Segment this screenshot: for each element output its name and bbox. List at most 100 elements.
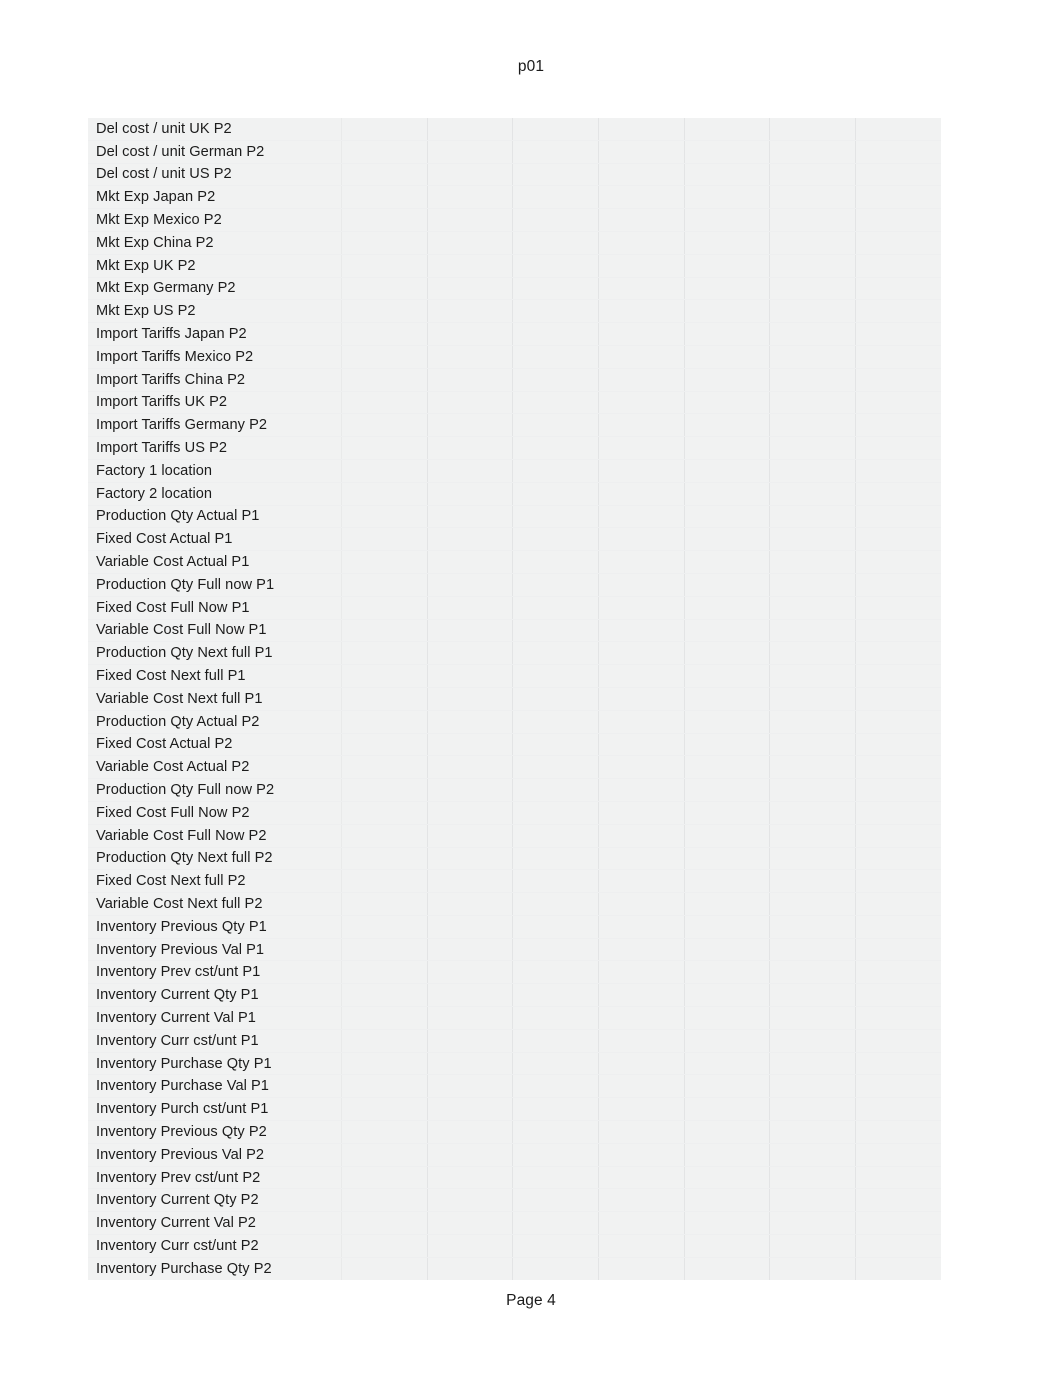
data-cell[interactable] [512, 596, 600, 620]
data-cell[interactable] [684, 527, 771, 552]
data-cell[interactable] [512, 1211, 600, 1236]
row-label-cell[interactable]: Inventory Purch cst/unt P1 [88, 1097, 342, 1122]
data-cell[interactable] [855, 801, 941, 825]
data-cell[interactable] [769, 436, 857, 460]
data-cell[interactable] [598, 1143, 685, 1167]
row-label-cell[interactable]: Inventory Previous Val P1 [88, 938, 342, 962]
data-cell[interactable] [341, 664, 428, 688]
data-cell[interactable] [684, 892, 771, 916]
row-label-cell[interactable]: Inventory Curr cst/unt P1 [88, 1029, 342, 1053]
row-label-cell[interactable]: Variable Cost Actual P1 [88, 550, 342, 574]
data-cell[interactable] [427, 1234, 514, 1258]
data-cell[interactable] [427, 550, 514, 574]
data-cell[interactable] [512, 482, 600, 506]
data-cell[interactable] [427, 641, 514, 666]
data-cell[interactable] [684, 163, 771, 187]
row-label-cell[interactable]: Inventory Purchase Qty P2 [88, 1257, 342, 1280]
data-cell[interactable] [598, 322, 685, 346]
data-cell[interactable] [341, 1257, 428, 1280]
data-cell[interactable] [684, 869, 771, 894]
data-cell[interactable] [769, 345, 857, 369]
data-cell[interactable] [769, 824, 857, 848]
data-cell[interactable] [598, 1029, 685, 1053]
row-label-cell[interactable]: Del cost / unit German P2 [88, 140, 342, 164]
row-label-cell[interactable]: Mkt Exp Mexico P2 [88, 208, 342, 232]
data-cell[interactable] [512, 436, 600, 460]
data-cell[interactable] [427, 687, 514, 711]
row-label-cell[interactable]: Del cost / unit US P2 [88, 163, 342, 187]
row-label-cell[interactable]: Fixed Cost Next full P2 [88, 869, 342, 894]
row-label-cell[interactable]: Inventory Previous Qty P2 [88, 1120, 342, 1144]
data-cell[interactable] [769, 1120, 857, 1144]
data-cell[interactable] [855, 277, 941, 301]
data-cell[interactable] [512, 778, 600, 802]
data-cell[interactable] [427, 505, 514, 529]
data-cell[interactable] [512, 1097, 600, 1122]
data-cell[interactable] [427, 482, 514, 506]
data-cell[interactable] [855, 1029, 941, 1053]
data-cell[interactable] [598, 413, 685, 438]
data-cell[interactable] [512, 550, 600, 574]
data-cell[interactable] [427, 596, 514, 620]
data-cell[interactable] [855, 983, 941, 1008]
data-cell[interactable] [598, 619, 685, 643]
data-cell[interactable] [855, 436, 941, 460]
data-cell[interactable] [684, 664, 771, 688]
data-cell[interactable] [427, 710, 514, 734]
data-cell[interactable] [598, 277, 685, 301]
data-cell[interactable] [855, 687, 941, 711]
row-label-cell[interactable]: Inventory Prev cst/unt P2 [88, 1166, 342, 1190]
data-cell[interactable] [855, 1234, 941, 1258]
data-cell[interactable] [855, 824, 941, 848]
data-cell[interactable] [684, 915, 771, 939]
data-cell[interactable] [598, 938, 685, 962]
data-cell[interactable] [769, 391, 857, 415]
data-cell[interactable] [769, 915, 857, 939]
row-label-cell[interactable]: Fixed Cost Next full P1 [88, 664, 342, 688]
row-label-cell[interactable]: Inventory Curr cst/unt P2 [88, 1234, 342, 1258]
data-cell[interactable] [427, 185, 514, 210]
data-cell[interactable] [684, 1029, 771, 1053]
data-cell[interactable] [512, 733, 600, 757]
data-cell[interactable] [341, 322, 428, 346]
row-label-cell[interactable]: Factory 2 location [88, 482, 342, 506]
data-cell[interactable] [427, 391, 514, 415]
data-cell[interactable] [598, 231, 685, 255]
data-cell[interactable] [598, 1097, 685, 1122]
data-cell[interactable] [684, 436, 771, 460]
data-cell[interactable] [855, 641, 941, 666]
data-cell[interactable] [684, 1052, 771, 1076]
data-cell[interactable] [769, 208, 857, 232]
data-cell[interactable] [427, 1166, 514, 1190]
row-label-cell[interactable]: Inventory Current Val P2 [88, 1211, 342, 1236]
data-cell[interactable] [855, 847, 941, 871]
data-cell[interactable] [427, 915, 514, 939]
data-cell[interactable] [598, 505, 685, 529]
data-cell[interactable] [769, 892, 857, 916]
data-cell[interactable] [512, 413, 600, 438]
data-cell[interactable] [341, 505, 428, 529]
data-cell[interactable] [684, 1211, 771, 1236]
data-cell[interactable] [341, 482, 428, 506]
data-cell[interactable] [512, 641, 600, 666]
row-label-cell[interactable]: Import Tariffs China P2 [88, 368, 342, 392]
data-cell[interactable] [769, 1211, 857, 1236]
data-cell[interactable] [769, 1188, 857, 1213]
data-cell[interactable] [855, 869, 941, 894]
data-cell[interactable] [598, 436, 685, 460]
row-label-cell[interactable]: Variable Cost Next full P1 [88, 687, 342, 711]
data-cell[interactable] [427, 231, 514, 255]
data-cell[interactable] [769, 755, 857, 780]
data-cell[interactable] [855, 1211, 941, 1236]
data-cell[interactable] [427, 1211, 514, 1236]
row-label-cell[interactable]: Mkt Exp UK P2 [88, 254, 342, 278]
data-cell[interactable] [769, 185, 857, 210]
data-cell[interactable] [427, 573, 514, 597]
data-cell[interactable] [341, 208, 428, 232]
data-cell[interactable] [769, 368, 857, 392]
data-cell[interactable] [512, 1052, 600, 1076]
data-cell[interactable] [512, 185, 600, 210]
data-cell[interactable] [512, 505, 600, 529]
data-cell[interactable] [341, 892, 428, 916]
data-cell[interactable] [427, 1143, 514, 1167]
